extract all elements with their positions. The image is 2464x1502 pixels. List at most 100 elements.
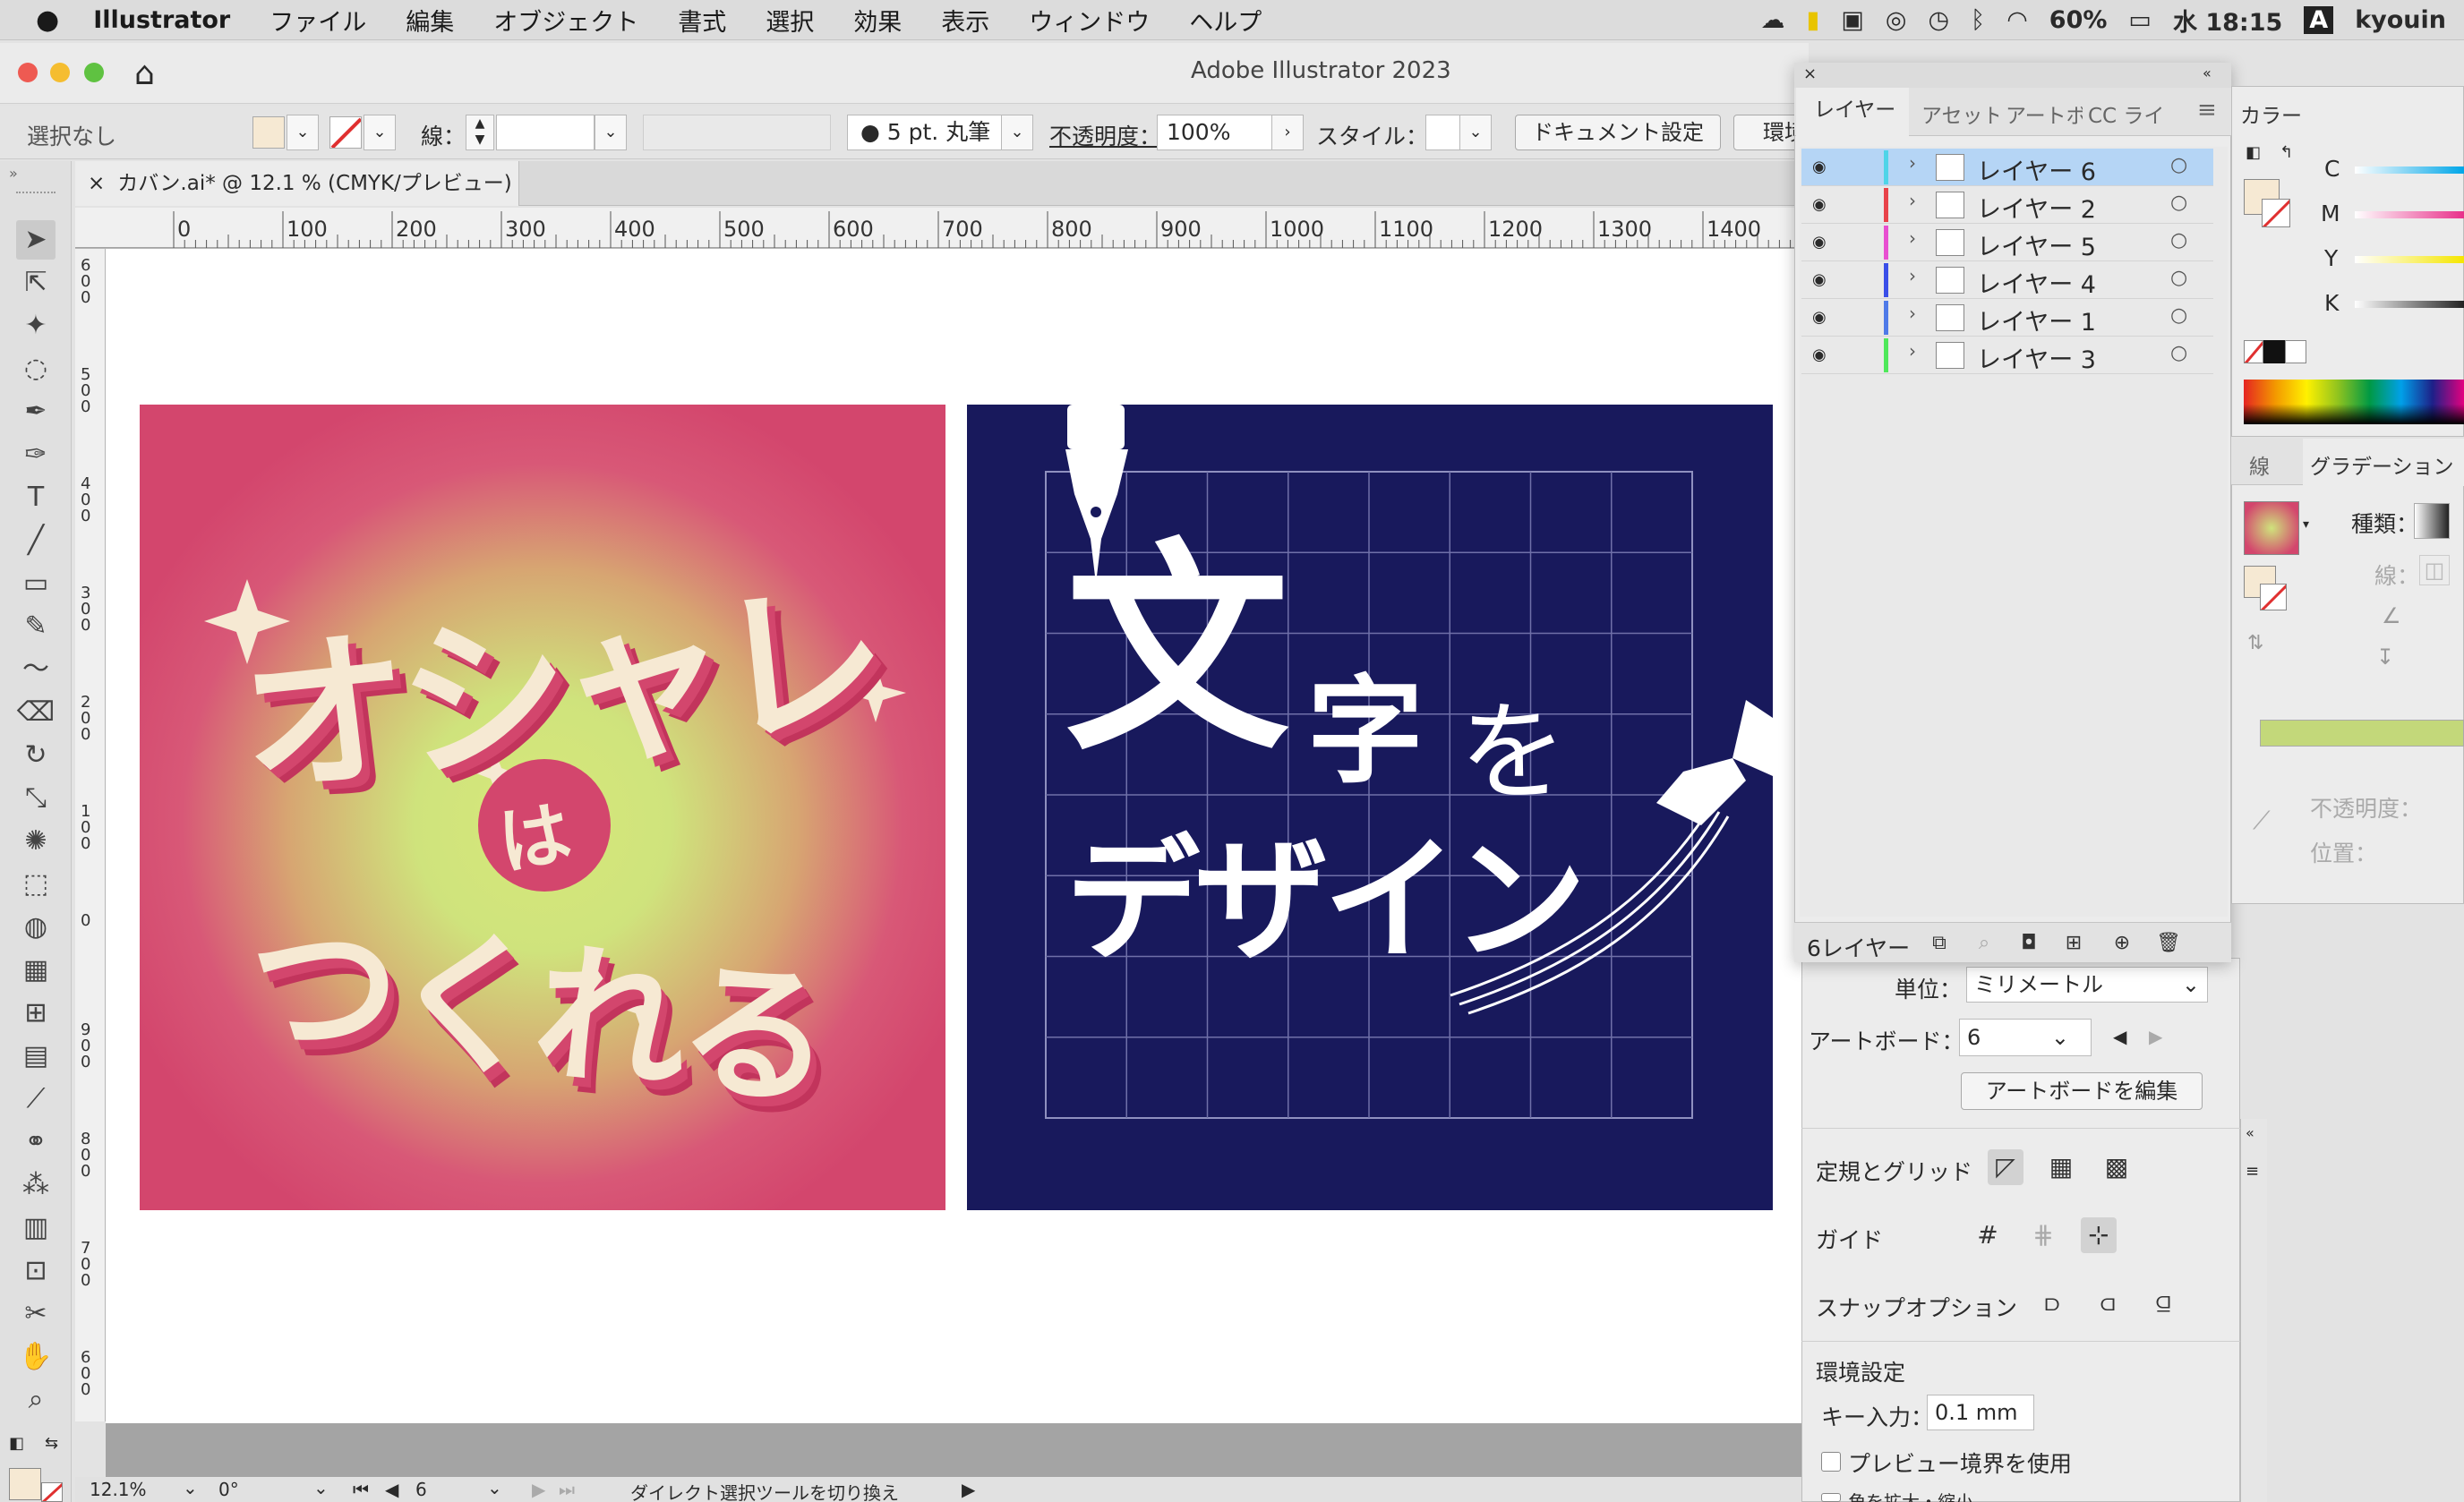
channel-y-slider[interactable] [2355,256,2464,263]
snap-pixel-icon[interactable]: ⫑ [2145,1285,2181,1321]
perspective-grid-icon[interactable]: ▦ [16,951,56,990]
menu-effect[interactable]: 効果 [853,3,902,38]
opacity-field[interactable]: 100% [1157,115,1273,150]
menu-select[interactable]: 選択 [766,3,814,38]
fill-indicator[interactable] [9,1468,41,1500]
stroke-swatch[interactable] [329,116,362,149]
magic-wand-icon[interactable]: ✦ [16,306,56,346]
zoom-dropdown-icon[interactable]: ⌄ [183,1477,198,1498]
rotation-angle[interactable]: 0° [218,1479,239,1500]
layer-name[interactable]: レイヤー 4 [1977,265,2096,300]
show-guides-icon[interactable]: # [1970,1217,2006,1253]
minimize-window-button[interactable] [50,63,70,82]
wifi-icon[interactable]: ◠ [2006,6,2028,34]
snap-point-icon[interactable]: ⫐ [2034,1285,2070,1321]
first-artboard-icon[interactable]: ⏮ [353,1479,369,1500]
tab-stroke[interactable]: 線 [2249,449,2270,480]
menu-file[interactable]: ファイル [270,3,366,38]
menu-object[interactable]: オブジェクト [493,3,638,38]
color-spectrum[interactable] [2244,380,2464,424]
eye-icon[interactable]: ◉ [1812,195,1827,214]
menu-view[interactable]: 表示 [941,3,989,38]
transparency-grid-icon[interactable]: ▩ [2099,1149,2135,1185]
layer-row[interactable]: ◉ › レイヤー 2 ○ [1801,186,2213,224]
lock-guides-icon[interactable]: ⋕ [2025,1217,2061,1253]
clipping-mask-icon[interactable]: ◘ [2011,926,2047,961]
menu-edit[interactable]: 編集 [406,3,454,38]
channel-c-slider[interactable] [2355,166,2464,174]
target-icon[interactable]: ○ [2170,154,2187,176]
zoom-tool-icon[interactable]: ⌕ [16,1380,56,1420]
eyedropper-icon[interactable]: ⟋ [2253,806,2271,836]
aspect-ratio-icon[interactable]: ↧ [2376,644,2394,670]
gradient-stroke-swatch[interactable] [2260,584,2287,610]
paintbrush-icon[interactable]: ✎ [16,607,56,646]
tab-layers[interactable]: レイヤー [1796,88,1909,137]
collapse-panel-icon[interactable]: « [2203,64,2212,81]
menu-window[interactable]: ウィンドウ [1029,3,1150,38]
stroke-weight-field[interactable] [496,115,595,150]
type-tool-icon[interactable]: T [16,478,56,517]
tab-cc-libraries[interactable]: CC ライ [2088,98,2163,129]
horizontal-ruler[interactable]: 0 100 200 300 400 500 600 700 800 900 1000 1100 1200… [75,208,1803,249]
eraser-icon[interactable]: ⌫ [16,693,56,732]
next-artboard-icon[interactable]: ▶ [532,1479,545,1500]
opacity-label[interactable]: 不透明度： [1049,119,1161,151]
panel-menu-icon[interactable]: ≡ [2197,97,2217,124]
layer-row[interactable]: ◉ › レイヤー 5 ○ [1801,224,2213,261]
tab-gradient[interactable]: グラデーション [2310,449,2454,480]
blend-tool-icon[interactable]: ⚭ [16,1122,56,1162]
input-source-icon[interactable]: A [2304,6,2334,34]
stroke-weight-stepper[interactable]: ▲ ▼ [466,115,494,150]
artboard-oshare[interactable]: オシャレ は つくれる [140,405,945,1210]
document-tab[interactable]: × カバン.ai* @ 12.1 % (CMYK/プレビュー) [75,161,519,206]
close-panel-icon[interactable]: × [1803,64,1817,83]
locate-object-icon[interactable]: ⌕ [1966,926,2002,961]
puppet-warp-icon[interactable]: ✺ [16,822,56,861]
close-tab-icon[interactable]: × [88,172,105,195]
cloud-icon[interactable]: ☁ [1761,6,1785,34]
eye-icon[interactable]: ◉ [1812,270,1827,289]
channel-m-slider[interactable] [2355,211,2464,218]
layer-row[interactable]: ◉ › レイヤー 3 ○ [1801,337,2213,374]
brush-dropdown[interactable]: ⌄ [1001,115,1033,150]
keyboard-increment-field[interactable]: 0.1 mm [1927,1395,2034,1430]
artboard-tool-icon[interactable]: ⊡ [16,1251,56,1291]
variable-width-dropdown[interactable] [643,115,831,150]
bluetooth-icon[interactable]: ᛒ [1971,6,1985,34]
gradient-preview-swatch[interactable] [2244,501,2299,555]
chevron-right-icon[interactable]: › [1909,227,1916,249]
fill-swatch[interactable] [252,116,285,149]
artboard-dropdown-icon[interactable]: ⌄ [487,1477,502,1498]
chevron-right-icon[interactable]: › [1909,340,1916,362]
last-artboard-icon[interactable]: ⏭ [559,1479,575,1500]
style-swatch[interactable] [1425,115,1461,150]
target-icon[interactable]: ○ [2170,229,2187,252]
edit-artboard-button[interactable]: アートボードを編集 [1961,1072,2203,1110]
layer-row[interactable]: ◉ › レイヤー 6 ○ [1801,149,2213,186]
menu-help[interactable]: ヘルプ [1189,3,1262,38]
document-settings-button[interactable]: ドキュメント設定 [1515,115,1721,150]
eye-icon[interactable]: ◉ [1812,308,1827,327]
channel-k-slider[interactable] [2355,301,2464,308]
layer-name[interactable]: レイヤー 2 [1977,190,2096,225]
layer-name[interactable]: レイヤー 3 [1977,340,2096,375]
collapse-toolbar-icon[interactable]: » [9,165,18,182]
symbol-sprayer-icon[interactable]: ⁂ [16,1165,56,1205]
rotate-tool-icon[interactable]: ↻ [16,736,56,775]
eye-icon[interactable]: ◉ [1812,233,1827,252]
ruler-icon[interactable]: ◸ [1988,1149,2023,1185]
angle-icon[interactable]: ∠ [2382,603,2401,628]
lasso-icon[interactable]: ◌ [16,349,56,388]
hand-tool-icon[interactable]: ✋ [16,1337,56,1377]
black-swatch[interactable] [2263,340,2285,363]
vertical-ruler[interactable]: 600 500 400 300 200 100 0 900 800 700 600 [75,249,106,1421]
target-icon[interactable]: ○ [2170,267,2187,289]
swap-colors-icon[interactable]: ⇆ [45,1434,58,1453]
app-menu[interactable]: Illustrator [93,6,230,34]
artboard-select[interactable]: 6 ⌄ [1959,1019,2092,1056]
eye-icon[interactable]: ◉ [1812,346,1827,364]
prev-artboard-button[interactable]: ◀ [2113,1026,2126,1047]
color-swap-icon[interactable]: ↰ [2280,143,2293,162]
eyedropper-icon[interactable]: ⟋ [16,1080,56,1119]
